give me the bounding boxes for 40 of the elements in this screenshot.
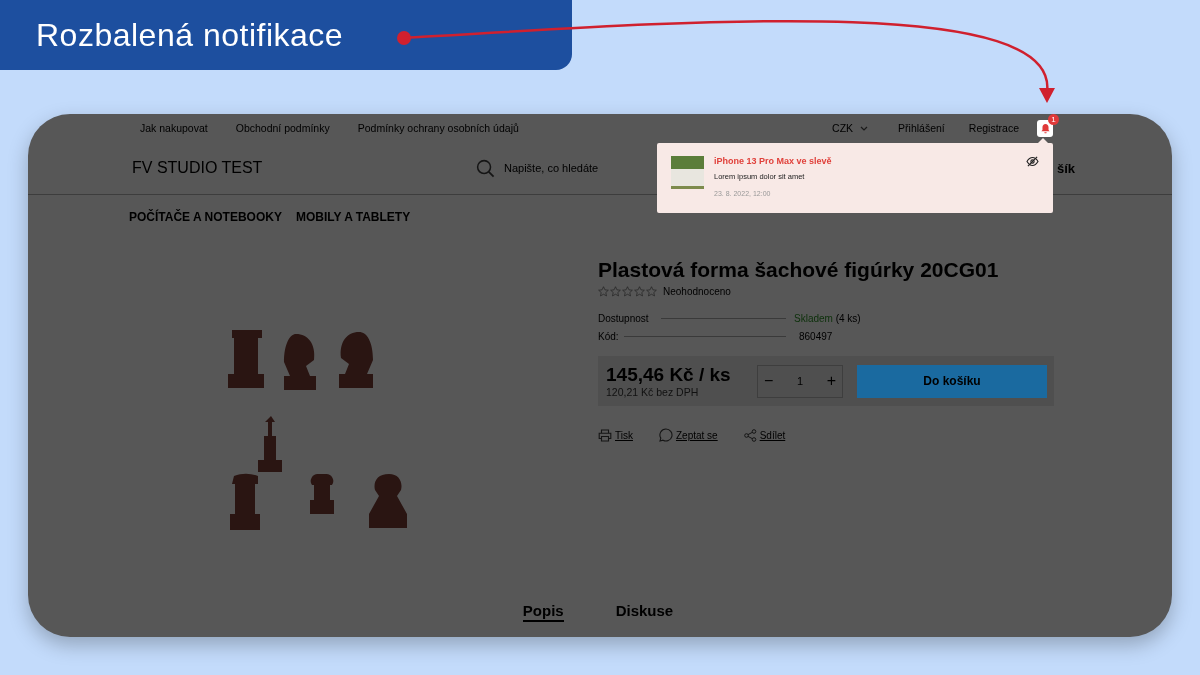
product-price: 145,46 Kč / ks [606, 364, 732, 386]
category-link[interactable]: MOBILY A TABLETY [295, 210, 411, 224]
search-icon [476, 158, 495, 178]
rating-label: Neohodnoceno [663, 286, 731, 297]
store-logo[interactable]: FV STUDIO TEST [132, 159, 476, 177]
info-link[interactable]: Obchodní podmínky [235, 122, 330, 134]
cart-link[interactable]: šík [1056, 160, 1075, 176]
category-link[interactable]: POČÍTAČE A NOTEBOOKY [129, 210, 282, 224]
share-icon [743, 428, 757, 442]
action-link[interactable]: Tisk [615, 429, 633, 441]
decrease-button[interactable]: − [764, 372, 774, 390]
parameter-label: Dostupnost [598, 313, 650, 324]
price-without-vat: 120,21 Kč bez DPH [606, 386, 700, 398]
info-link[interactable]: Podmínky ochrany osobních údajů [357, 122, 519, 134]
register-link[interactable]: Registrace [968, 122, 1019, 134]
photo-placeholder [671, 156, 704, 189]
login-link[interactable]: Přihlášení [898, 122, 945, 134]
parameter-label: Kód: [598, 331, 616, 342]
chevron-icon [860, 125, 869, 131]
chat-bubble-icon [658, 428, 673, 442]
notification-button[interactable] [1037, 119, 1053, 137]
info-link[interactable]: Jak nakupovat [140, 122, 208, 134]
notification-title[interactable]: iPhone 13 Pro Max ve slevě [714, 156, 832, 166]
parameter-value: Skladem (4 ks) [794, 313, 861, 324]
product-tab[interactable]: Popis [522, 602, 564, 622]
bell-icon [1039, 122, 1051, 134]
product-title: Plastová forma šachové figúrky 20CG01 [598, 258, 1000, 282]
notification-count-badge: 1 [1048, 113, 1059, 125]
quantity-field[interactable]: 1 [786, 374, 814, 388]
search-field[interactable]: Napište, co hledáte [502, 161, 706, 175]
increase-button[interactable]: + [826, 372, 836, 390]
printer-icon [598, 428, 612, 442]
product-tab[interactable]: Diskuse [615, 602, 674, 622]
action-link[interactable]: Sdílet [759, 429, 786, 441]
add-to-cart-button[interactable]: Do košíku [857, 364, 1047, 398]
eye-slash-icon[interactable] [1026, 156, 1039, 167]
currency-dropdown[interactable]: CZK [832, 122, 869, 134]
annotation-label: Rozbalená notifikace [36, 16, 344, 54]
parameter-value: 860497 [799, 331, 833, 342]
action-link[interactable]: Zeptat se [675, 429, 718, 441]
